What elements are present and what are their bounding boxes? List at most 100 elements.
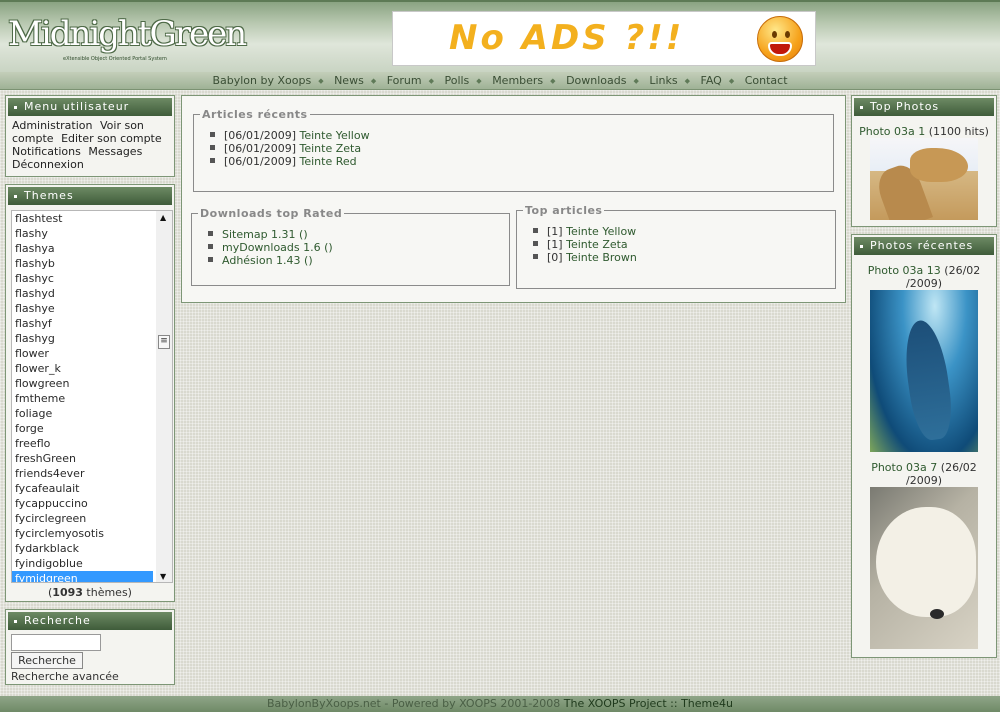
search-title: Recherche [8, 612, 172, 630]
nav-separator-icon: ◆ [550, 77, 556, 85]
article-link[interactable]: Teinte Yellow [299, 129, 369, 142]
theme-option[interactable]: freeflo [12, 436, 153, 451]
download-link[interactable]: myDownloads 1.6 () [222, 241, 333, 254]
article-link[interactable]: Teinte Yellow [566, 225, 636, 238]
theme-option[interactable]: flower [12, 346, 153, 361]
downloads-list: Sitemap 1.31 () myDownloads 1.6 () Adhés… [192, 220, 509, 267]
nav-separator-icon: ◆ [684, 77, 691, 85]
site-logo[interactable]: MidnightGreen [8, 14, 247, 54]
main-nav: Babylon by Xoops ◆ News ◆ Forum ◆ Polls ◆ Me… [0, 72, 1000, 90]
recent-articles-list: [06/01/2009] Teinte Yellow [06/01/2009] … [194, 121, 833, 168]
nav-link-news[interactable]: News [334, 74, 364, 87]
theme-options: flashtest flashy flashya flashyb flashyc flas… [12, 211, 172, 582]
theme-option[interactable]: flashy [12, 226, 153, 241]
themes-block: Themes flashtest flashy flashya flashyb flas… [5, 184, 175, 602]
downloads-top-rated-panel: Downloads top Rated Sitemap 1.31 () myDo… [191, 207, 510, 286]
site-header: MidnightGreen eXtensible Object Oriented… [0, 0, 1000, 72]
list-item: [06/01/2009] Teinte Yellow [210, 129, 833, 142]
nav-link-polls[interactable]: Polls [444, 74, 469, 87]
nav-separator-icon: ◆ [428, 77, 434, 85]
nav-separator-icon: ◆ [633, 77, 639, 85]
download-link[interactable]: Adhésion 1.43 () [222, 254, 313, 267]
article-link[interactable]: Teinte Zeta [299, 142, 361, 155]
advanced-search-link[interactable]: Recherche avancée [11, 670, 119, 683]
user-menu-block: Menu utilisateur Administration Voir son… [5, 95, 175, 177]
theme-option[interactable]: flashyg [12, 331, 153, 346]
theme-option[interactable]: flashyf [12, 316, 153, 331]
menu-link-administration[interactable]: Administration [12, 119, 93, 132]
polar-bear-photo[interactable] [870, 487, 978, 649]
article-link[interactable]: Teinte Brown [566, 251, 637, 264]
list-item: Adhésion 1.43 () [208, 254, 509, 267]
theme-count: (1093 thèmes) [48, 586, 132, 599]
download-link[interactable]: Sitemap 1.31 () [222, 228, 308, 241]
top-photos-block: Top Photos Photo 03a 1 (1100 hits) [851, 95, 997, 227]
theme-option[interactable]: fycappuccino [12, 496, 153, 511]
scroll-thumb[interactable]: ≡ [158, 335, 170, 349]
nav-link-forum[interactable]: Forum [387, 74, 422, 87]
banner-text: No ADS ?!! [449, 18, 685, 58]
theme-option[interactable]: fycafeaulait [12, 481, 153, 496]
user-menu-links: Administration Voir son compte Editer so… [6, 116, 174, 174]
nav-link-home[interactable]: Babylon by Xoops [212, 74, 311, 87]
site-footer: BabylonByXoops.net - Powered by XOOPS 20… [0, 696, 1000, 712]
menu-link-notifications[interactable]: Notifications [12, 145, 81, 158]
nav-link-links[interactable]: Links [649, 74, 677, 87]
ad-banner[interactable]: No ADS ?!! [392, 11, 816, 66]
xoops-project-link[interactable]: The XOOPS Project [564, 697, 667, 710]
list-item: [1] Teinte Zeta [533, 238, 835, 251]
photo-caption: Photo 03a 7 (26/02 /2009) [871, 461, 977, 487]
scroll-up-icon[interactable]: ▲ [160, 213, 166, 222]
user-menu-title: Menu utilisateur [8, 98, 172, 116]
menu-link-messages[interactable]: Messages [88, 145, 142, 158]
theme-option[interactable]: fycirclemyosotis [12, 526, 153, 541]
theme-option[interactable]: fycirclegreen [12, 511, 153, 526]
article-link[interactable]: Teinte Red [299, 155, 356, 168]
list-item: [06/01/2009] Teinte Red [210, 155, 833, 168]
theme-option[interactable]: flashyb [12, 256, 153, 271]
theme-option[interactable]: flower_k [12, 361, 153, 376]
search-block: Recherche Recherche Recherche avancée [5, 609, 175, 685]
search-input[interactable] [11, 634, 101, 651]
nav-link-faq[interactable]: FAQ [701, 74, 722, 87]
theme-option[interactable]: fymidgreen [12, 571, 153, 582]
theme-option[interactable]: flowgreen [12, 376, 153, 391]
menu-link-logout[interactable]: Déconnexion [12, 158, 84, 171]
theme-option[interactable]: foliage [12, 406, 153, 421]
theme-option[interactable]: freshGreen [12, 451, 153, 466]
center-content: Articles récents [06/01/2009] Teinte Yel… [181, 95, 846, 303]
theme-option[interactable]: fyindigoblue [12, 556, 153, 571]
photo-link[interactable]: Photo 03a 13 [868, 264, 941, 277]
list-item: [1] Teinte Yellow [533, 225, 835, 238]
theme-option[interactable]: flashyd [12, 286, 153, 301]
search-button[interactable]: Recherche [11, 652, 83, 669]
top-articles-list: [1] Teinte Yellow [1] Teinte Zeta [0] Te… [517, 217, 835, 264]
scroll-down-icon[interactable]: ▼ [160, 572, 166, 581]
photo-caption: Photo 03a 1 (1100 hits) [859, 125, 989, 138]
nav-link-contact[interactable]: Contact [745, 74, 788, 87]
photo-link[interactable]: Photo 03a 7 [871, 461, 937, 474]
camel-photo[interactable] [870, 138, 978, 220]
theme-option[interactable]: friends4ever [12, 466, 153, 481]
theme-list-scrollbar[interactable]: ▲ ≡ ▼ [156, 211, 172, 582]
nav-link-members[interactable]: Members [492, 74, 543, 87]
photo-caption: Photo 03a 13 (26/02 /2009) [867, 264, 981, 290]
theme-select-list[interactable]: flashtest flashy flashya flashyb flashyc flas… [11, 210, 173, 583]
dolphin-photo[interactable] [870, 290, 978, 452]
theme-option[interactable]: forge [12, 421, 153, 436]
article-link[interactable]: Teinte Zeta [566, 238, 628, 251]
theme-option[interactable]: fydarkblack [12, 541, 153, 556]
theme-credit-link[interactable]: Theme4u [681, 697, 733, 710]
theme-option[interactable]: flashtest [12, 211, 153, 226]
menu-link-edit-account[interactable]: Editer son compte [61, 132, 162, 145]
nav-separator-icon: ◆ [728, 77, 735, 85]
theme-option[interactable]: flashya [12, 241, 153, 256]
theme-option[interactable]: flashyc [12, 271, 153, 286]
theme-option[interactable]: fmtheme [12, 391, 153, 406]
nav-link-downloads[interactable]: Downloads [566, 74, 626, 87]
shouting-smiley-icon [757, 16, 803, 62]
theme-option[interactable]: flashye [12, 301, 153, 316]
recent-articles-panel: Articles récents [06/01/2009] Teinte Yel… [193, 108, 834, 192]
list-item: Sitemap 1.31 () [208, 228, 509, 241]
photo-link[interactable]: Photo 03a 1 [859, 125, 925, 138]
